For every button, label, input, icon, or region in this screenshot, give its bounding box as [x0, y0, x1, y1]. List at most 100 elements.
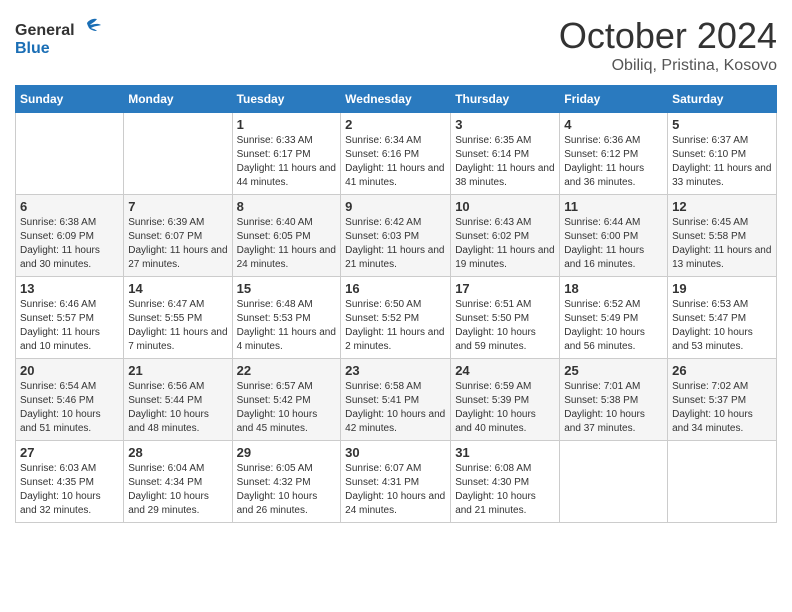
day-info: Sunrise: 6:46 AMSunset: 5:57 PMDaylight:… — [20, 298, 119, 354]
daylight-text: Daylight: 10 hours and 24 minutes. — [345, 491, 445, 516]
table-row — [560, 441, 668, 523]
day-info: Sunrise: 6:08 AMSunset: 4:30 PMDaylight:… — [455, 462, 555, 518]
sunrise-text: Sunrise: 6:33 AM — [237, 135, 313, 146]
daylight-text: Daylight: 10 hours and 42 minutes. — [345, 409, 445, 434]
sunset-text: Sunset: 5:38 PM — [564, 395, 638, 406]
sunset-text: Sunset: 5:55 PM — [128, 313, 202, 324]
daylight-text: Daylight: 11 hours and 36 minutes. — [564, 163, 644, 188]
daylight-text: Daylight: 11 hours and 44 minutes. — [237, 163, 336, 188]
day-number: 29 — [237, 445, 337, 460]
table-row: 9Sunrise: 6:42 AMSunset: 6:03 PMDaylight… — [341, 195, 451, 277]
daylight-text: Daylight: 11 hours and 33 minutes. — [672, 163, 771, 188]
sunrise-text: Sunrise: 6:35 AM — [455, 135, 531, 146]
day-number: 21 — [128, 363, 227, 378]
calendar-header-row: Sunday Monday Tuesday Wednesday Thursday… — [16, 86, 777, 113]
daylight-text: Daylight: 11 hours and 24 minutes. — [237, 245, 336, 270]
table-row: 21Sunrise: 6:56 AMSunset: 5:44 PMDayligh… — [124, 359, 232, 441]
table-row: 30Sunrise: 6:07 AMSunset: 4:31 PMDayligh… — [341, 441, 451, 523]
daylight-text: Daylight: 10 hours and 45 minutes. — [237, 409, 318, 434]
sunrise-text: Sunrise: 6:39 AM — [128, 217, 204, 228]
day-number: 9 — [345, 199, 446, 214]
daylight-text: Daylight: 10 hours and 37 minutes. — [564, 409, 645, 434]
day-number: 20 — [20, 363, 119, 378]
table-row: 20Sunrise: 6:54 AMSunset: 5:46 PMDayligh… — [16, 359, 124, 441]
day-number: 18 — [564, 281, 663, 296]
day-info: Sunrise: 6:57 AM Sunset: 5:42 PM Daylight:… — [237, 380, 337, 436]
calendar-week-row: 6Sunrise: 6:38 AMSunset: 6:09 PMDaylight… — [16, 195, 777, 277]
sunrise-text: Sunrise: 6:57 AM — [237, 381, 313, 392]
sunrise-text: Sunrise: 6:45 AM — [672, 217, 748, 228]
sunset-text: Sunset: 6:10 PM — [672, 149, 746, 160]
day-number: 13 — [20, 281, 119, 296]
day-number: 8 — [237, 199, 337, 214]
location: Obiliq, Pristina, Kosovo — [559, 57, 777, 75]
table-row: 22 Sunrise: 6:57 AM Sunset: 5:42 PM Dayligh… — [232, 359, 341, 441]
sunset-text: Sunset: 4:32 PM — [237, 477, 311, 488]
col-wednesday: Wednesday — [341, 86, 451, 113]
day-info: Sunrise: 6:48 AMSunset: 5:53 PMDaylight:… — [237, 298, 337, 354]
table-row: 12Sunrise: 6:45 AMSunset: 5:58 PMDayligh… — [668, 195, 777, 277]
table-row: 17Sunrise: 6:51 AMSunset: 5:50 PMDayligh… — [451, 277, 560, 359]
sunrise-text: Sunrise: 6:46 AM — [20, 299, 96, 310]
day-info: Sunrise: 7:01 AMSunset: 5:38 PMDaylight:… — [564, 380, 663, 436]
sunset-text: Sunset: 6:14 PM — [455, 149, 529, 160]
col-tuesday: Tuesday — [232, 86, 341, 113]
day-info: Sunrise: 6:36 AMSunset: 6:12 PMDaylight:… — [564, 134, 663, 190]
day-number: 15 — [237, 281, 337, 296]
day-info: Sunrise: 6:07 AMSunset: 4:31 PMDaylight:… — [345, 462, 446, 518]
table-row: 28Sunrise: 6:04 AMSunset: 4:34 PMDayligh… — [124, 441, 232, 523]
day-info: Sunrise: 6:43 AMSunset: 6:02 PMDaylight:… — [455, 216, 555, 272]
day-info: Sunrise: 6:53 AMSunset: 5:47 PMDaylight:… — [672, 298, 772, 354]
sunrise-text: Sunrise: 6:37 AM — [672, 135, 748, 146]
sunset-text: Sunset: 5:53 PM — [237, 313, 311, 324]
title-block: October 2024 Obiliq, Pristina, Kosovo — [559, 15, 777, 75]
sunset-text: Sunset: 6:16 PM — [345, 149, 419, 160]
table-row: 23Sunrise: 6:58 AMSunset: 5:41 PMDayligh… — [341, 359, 451, 441]
sunrise-text: Sunrise: 6:38 AM — [20, 217, 96, 228]
sunset-text: Sunset: 6:09 PM — [20, 231, 94, 242]
day-number: 25 — [564, 363, 663, 378]
day-info: Sunrise: 6:37 AM Sunset: 6:10 PM Daylight:… — [672, 134, 772, 190]
sunset-text: Sunset: 6:05 PM — [237, 231, 311, 242]
sunrise-text: Sunrise: 6:56 AM — [128, 381, 204, 392]
day-info: Sunrise: 6:47 AMSunset: 5:55 PMDaylight:… — [128, 298, 227, 354]
day-info: Sunrise: 6:38 AMSunset: 6:09 PMDaylight:… — [20, 216, 119, 272]
daylight-text: Daylight: 11 hours and 38 minutes. — [455, 163, 554, 188]
sunset-text: Sunset: 5:42 PM — [237, 395, 311, 406]
sunset-text: Sunset: 6:17 PM — [237, 149, 311, 160]
sunrise-text: Sunrise: 6:51 AM — [455, 299, 531, 310]
day-info: Sunrise: 6:33 AM Sunset: 6:17 PM Daylight:… — [237, 134, 337, 190]
col-friday: Friday — [560, 86, 668, 113]
day-number: 4 — [564, 117, 663, 132]
sunrise-text: Sunrise: 6:50 AM — [345, 299, 421, 310]
day-info: Sunrise: 6:35 AM Sunset: 6:14 PM Daylight:… — [455, 134, 555, 190]
page: General Blue October 2024 Obiliq, Pristi… — [0, 0, 792, 538]
calendar-week-row: 27Sunrise: 6:03 AMSunset: 4:35 PMDayligh… — [16, 441, 777, 523]
sunrise-text: Sunrise: 6:04 AM — [128, 463, 204, 474]
table-row: 2Sunrise: 6:34 AMSunset: 6:16 PMDaylight… — [341, 113, 451, 195]
day-info: Sunrise: 6:51 AMSunset: 5:50 PMDaylight:… — [455, 298, 555, 354]
sunrise-text: Sunrise: 6:42 AM — [345, 217, 421, 228]
daylight-text: Daylight: 10 hours and 34 minutes. — [672, 409, 753, 434]
daylight-text: Daylight: 10 hours and 48 minutes. — [128, 409, 209, 434]
sunrise-text: Sunrise: 6:59 AM — [455, 381, 531, 392]
logo-text: General Blue — [15, 15, 105, 65]
sunset-text: Sunset: 4:35 PM — [20, 477, 94, 488]
day-number: 1 — [237, 117, 337, 132]
sunset-text: Sunset: 6:02 PM — [455, 231, 529, 242]
col-sunday: Sunday — [16, 86, 124, 113]
col-thursday: Thursday — [451, 86, 560, 113]
sunrise-text: Sunrise: 6:44 AM — [564, 217, 640, 228]
day-number: 26 — [672, 363, 772, 378]
sunset-text: Sunset: 5:39 PM — [455, 395, 529, 406]
sunset-text: Sunset: 5:41 PM — [345, 395, 419, 406]
daylight-text: Daylight: 11 hours and 27 minutes. — [128, 245, 227, 270]
day-number: 14 — [128, 281, 227, 296]
logo: General Blue — [15, 15, 105, 65]
sunrise-text: Sunrise: 6:58 AM — [345, 381, 421, 392]
day-info: Sunrise: 6:50 AMSunset: 5:52 PMDaylight:… — [345, 298, 446, 354]
daylight-text: Daylight: 11 hours and 13 minutes. — [672, 245, 771, 270]
day-number: 19 — [672, 281, 772, 296]
day-number: 22 — [237, 363, 337, 378]
day-number: 31 — [455, 445, 555, 460]
